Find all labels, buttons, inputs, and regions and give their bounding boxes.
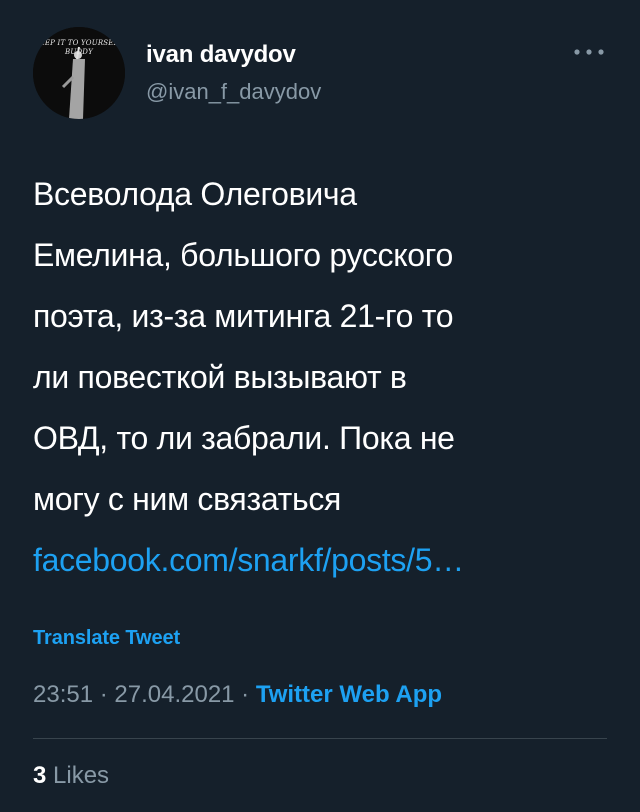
tweet-text-line: ли повесткой вызывают в (33, 359, 407, 395)
likes-count-link[interactable]: 3 Likes (33, 762, 109, 790)
meta-separator: · (234, 681, 256, 708)
tweet-text-line: Емелина, большого русского (33, 237, 453, 273)
tweet-link[interactable]: facebook.com/snarkf/posts/5… (33, 530, 613, 591)
likes-label: Likes (53, 762, 110, 789)
avatar-caption-line: BUDDY (65, 48, 93, 56)
tweet-text-line: могу с ним связаться (33, 481, 342, 517)
more-horizontal-icon[interactable] (572, 46, 606, 58)
display-name[interactable]: ivan davydov (146, 41, 296, 69)
tweet-text: Всеволода Олеговича Емелина, большого ру… (33, 164, 613, 591)
tweet-time[interactable]: 23:51 (33, 681, 93, 708)
tweet-text-line: поэта, из-за митинга 21-го то (33, 298, 454, 334)
divider (33, 738, 607, 739)
user-handle[interactable]: @ivan_f_davydov (146, 79, 321, 105)
tweet-text-line: ОВД, то ли забрали. Пока не (33, 420, 455, 456)
tweet-source-app[interactable]: Twitter Web App (256, 681, 442, 708)
meta-separator: · (93, 681, 115, 708)
tweet-text-line: Всеволода Олеговича (33, 176, 357, 212)
avatar-caption: EEP IT TO YOURSEL BUDDY (33, 39, 125, 57)
avatar[interactable]: EEP IT TO YOURSEL BUDDY (33, 27, 125, 119)
tweet-metadata: 23:51 · 27.04.2021 · Twitter Web App (33, 681, 442, 709)
translate-tweet-button[interactable]: Translate Tweet (33, 627, 180, 650)
likes-count: 3 (33, 762, 47, 789)
avatar-caption-line: EEP IT TO YOURSEL (39, 39, 119, 47)
tweet-date[interactable]: 27.04.2021 (114, 681, 234, 708)
